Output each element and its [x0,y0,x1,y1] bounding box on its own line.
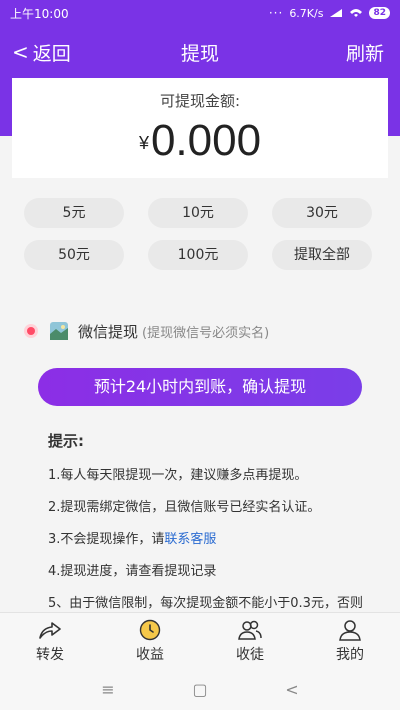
balance-amount: ¥0.000 [12,116,388,166]
system-nav-bar: ≡ ▢ < [0,668,400,710]
currency-symbol: ¥ [138,132,149,153]
tip-item-text: 3.不会提现操作，请 [48,532,165,547]
wechat-icon [50,322,68,340]
contact-service-link[interactable]: 联系客服 [164,532,216,547]
status-time: 上午10:00 [10,6,69,21]
tab-label: 我的 [336,646,364,663]
bottom-tab-bar: 转发 收益 收徒 我的 [0,612,400,668]
tip-item: 1.每人每天限提现一次，建议赚多点再提现。 [48,468,308,483]
tip-item: 2.提现需绑定微信，且微信账号已经实名认证。 [48,500,321,515]
apprentice-icon [238,620,262,640]
balance-value: 0.000 [150,116,262,165]
amount-option-30[interactable]: 30元 [272,198,372,228]
back-icon[interactable]: < [282,680,302,699]
amount-option-all[interactable]: 提取全部 [272,240,372,270]
back-button[interactable]: < 返回 [12,26,71,78]
radio-selected-icon[interactable] [24,324,38,338]
method-label: 微信提现 [78,322,139,341]
home-icon[interactable]: ▢ [190,680,210,699]
amount-option-5[interactable]: 5元 [24,198,124,228]
withdraw-method-wechat[interactable]: 微信提现 (提现微信号必须实名) [24,318,376,344]
method-note: (提现微信号必须实名) [142,325,270,341]
tip-item: 3.不会提现操作，请联系客服 [48,531,368,549]
tab-label: 收益 [136,646,164,663]
nav-bar: < 返回 提现 刷新 [0,26,400,78]
status-bar: 上午10:00 ··· 6.7K/s 82 [0,0,400,26]
tab-label: 转发 [36,646,64,663]
tab-share[interactable]: 转发 [0,613,100,668]
tab-income[interactable]: 收益 [100,613,200,668]
battery-icon: 82 [369,7,390,19]
confirm-withdraw-button[interactable]: 预计24小时内到账，确认提现 [38,368,362,406]
profile-icon [339,619,361,641]
tips-title: 提示: [48,432,84,450]
tab-apprentice[interactable]: 收徒 [200,613,300,668]
wifi-icon [350,9,363,17]
back-label: 返回 [32,42,71,65]
notification-dots: ··· [268,6,284,20]
amount-option-100[interactable]: 100元 [148,240,248,270]
refresh-button[interactable]: 刷新 [346,26,384,78]
amount-option-50[interactable]: 50元 [24,240,124,270]
balance-label: 可提现金额: [159,92,241,110]
balance-card: 可提现金额: ¥0.000 [12,78,388,178]
signal-icon [330,9,343,17]
chevron-left-icon: < [12,40,29,64]
menu-icon[interactable]: ≡ [98,680,118,699]
tip-item: 4.提现进度，请查看提现记录 [48,564,217,579]
amount-option-10[interactable]: 10元 [148,198,248,228]
network-speed: 6.7K/s [289,6,324,20]
tab-profile[interactable]: 我的 [300,613,400,668]
income-icon [139,619,161,640]
tab-label: 收徒 [236,646,264,663]
share-icon [39,621,61,639]
status-indicators: ··· 6.7K/s 82 [269,6,390,20]
